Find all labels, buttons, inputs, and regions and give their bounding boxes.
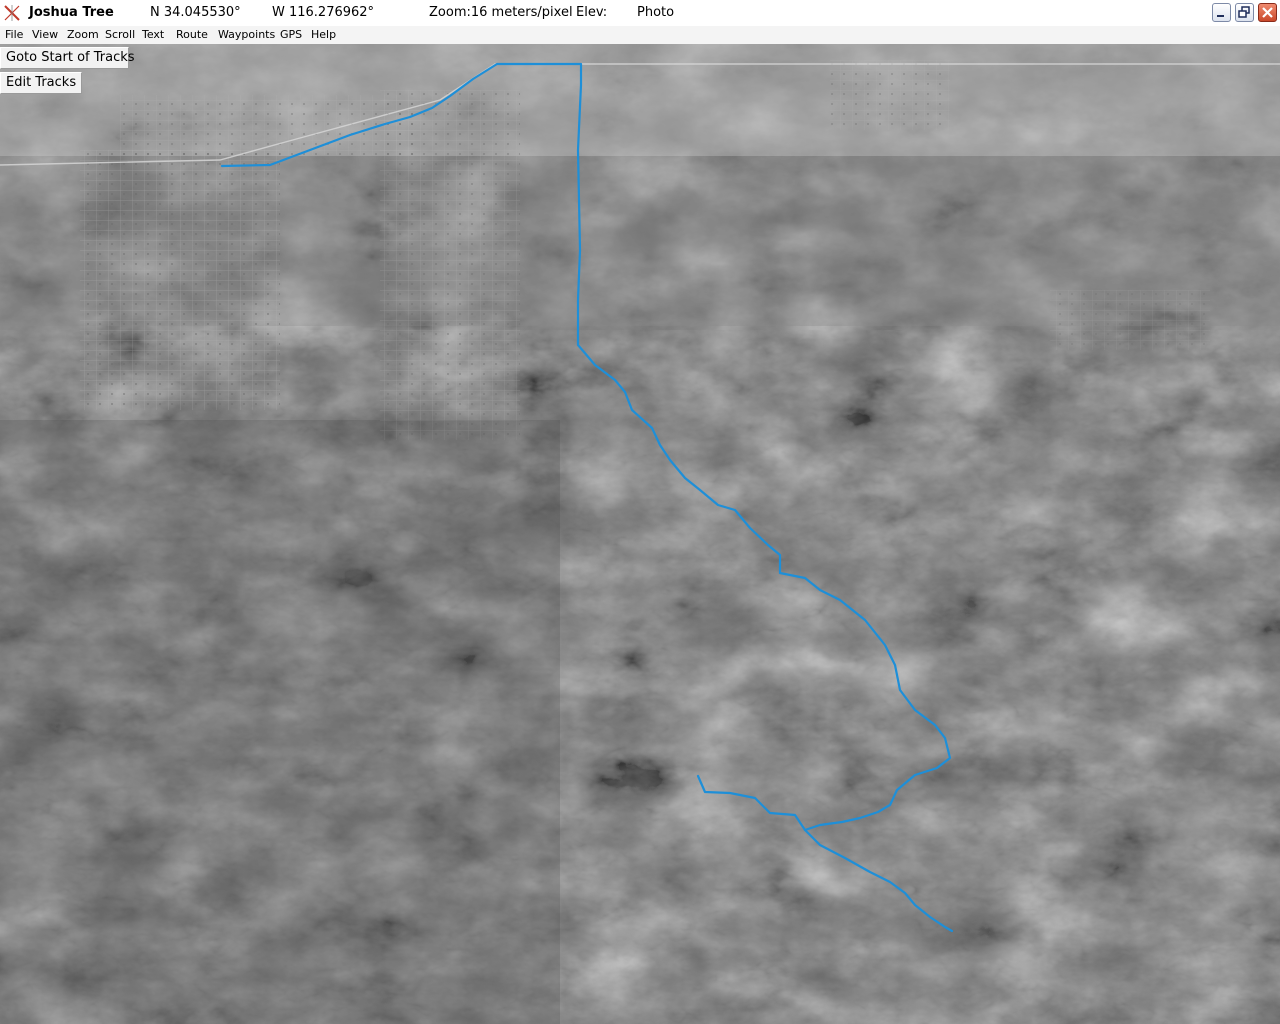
minimize-icon <box>1217 15 1224 17</box>
menu-text[interactable]: Text <box>142 28 164 41</box>
restore-icon <box>1238 6 1250 18</box>
title-bar: Joshua Tree N 34.045530° W 116.276962° Z… <box>0 0 1280 27</box>
menu-file[interactable]: File <box>5 28 23 41</box>
menu-waypoints[interactable]: Waypoints <box>218 28 275 41</box>
town-area-west <box>80 150 280 410</box>
elevation-label: Elev: <box>576 5 608 20</box>
close-icon <box>1262 7 1273 18</box>
edit-tracks-button[interactable]: Edit Tracks <box>0 72 82 94</box>
goto-start-of-tracks-button[interactable]: Goto Start of Tracks <box>0 47 135 69</box>
zoom-readout: Zoom:16 meters/pixel <box>429 5 573 20</box>
town-area-east2 <box>1050 290 1210 350</box>
close-button[interactable] <box>1258 3 1277 22</box>
restore-button[interactable] <box>1235 3 1254 22</box>
window-title: Joshua Tree <box>29 5 114 20</box>
menu-view[interactable]: View <box>32 28 58 41</box>
menu-bar: File View Zoom Scroll Text Route Waypoin… <box>0 26 1280 44</box>
mountains-southwest <box>0 420 560 1024</box>
longitude-readout: W 116.276962° <box>272 5 375 20</box>
menu-route[interactable]: Route <box>176 28 208 41</box>
menu-help[interactable]: Help <box>311 28 336 41</box>
town-area-east <box>830 60 950 130</box>
minimize-button[interactable] <box>1212 3 1231 22</box>
map-type-label: Photo <box>637 5 675 20</box>
map-view[interactable] <box>0 44 1280 1024</box>
menu-scroll[interactable]: Scroll <box>105 28 135 41</box>
menu-zoom[interactable]: Zoom <box>67 28 99 41</box>
menu-gps[interactable]: GPS <box>280 28 302 41</box>
app-icon[interactable] <box>3 4 21 22</box>
latitude-readout: N 34.045530° <box>150 5 241 20</box>
